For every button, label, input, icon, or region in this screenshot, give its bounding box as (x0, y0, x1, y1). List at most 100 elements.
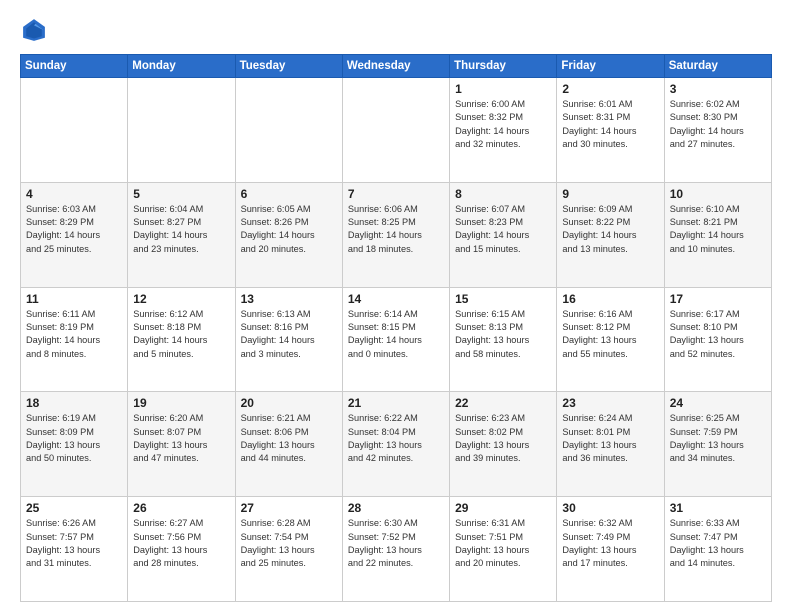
day-number: 9 (562, 187, 658, 201)
weekday-header-friday: Friday (557, 55, 664, 78)
day-number: 6 (241, 187, 337, 201)
calendar-cell (235, 78, 342, 183)
calendar-cell: 15 Sunrise: 6:15 AM Sunset: 8:13 PM Dayli… (450, 287, 557, 392)
day-info: Sunrise: 6:27 AM Sunset: 7:56 PM Dayligh… (133, 517, 229, 570)
calendar-week-2: 4Sunrise: 6:03 AM Sunset: 8:29 PM Daylig… (21, 182, 772, 287)
day-number: 19 (133, 396, 229, 410)
calendar-cell: 23 Sunrise: 6:24 AM Sunset: 8:01 PM Dayli… (557, 392, 664, 497)
day-info: Sunrise: 6:15 AM Sunset: 8:13 PM Dayligh… (455, 308, 551, 361)
day-number: 16 (562, 292, 658, 306)
day-number: 25 (26, 501, 122, 515)
calendar-cell: 30Sunrise: 6:32 AM Sunset: 7:49 PM Dayli… (557, 497, 664, 602)
calendar-cell (21, 78, 128, 183)
day-info: Sunrise: 6:24 AM Sunset: 8:01 PM Dayligh… (562, 412, 658, 465)
calendar-cell: 20 Sunrise: 6:21 AM Sunset: 8:06 PM Dayli… (235, 392, 342, 497)
day-number: 29 (455, 501, 551, 515)
day-info: Sunrise: 6:26 AM Sunset: 7:57 PM Dayligh… (26, 517, 122, 570)
day-number: 13 (241, 292, 337, 306)
day-number: 10 (670, 187, 766, 201)
day-number: 31 (670, 501, 766, 515)
calendar-cell: 19 Sunrise: 6:20 AM Sunset: 8:07 PM Dayli… (128, 392, 235, 497)
day-number: 18 (26, 396, 122, 410)
calendar-cell: 26 Sunrise: 6:27 AM Sunset: 7:56 PM Dayli… (128, 497, 235, 602)
day-number: 27 (241, 501, 337, 515)
day-number: 15 (455, 292, 551, 306)
calendar-cell: 25 Sunrise: 6:26 AM Sunset: 7:57 PM Dayli… (21, 497, 128, 602)
day-info: Sunrise: 6:33 AM Sunset: 7:47 PM Dayligh… (670, 517, 766, 570)
day-info: Sunrise: 6:02 AM Sunset: 8:30 PM Dayligh… (670, 98, 766, 151)
calendar-table: SundayMondayTuesdayWednesdayThursdayFrid… (20, 54, 772, 602)
calendar-cell: 16 Sunrise: 6:16 AM Sunset: 8:12 PM Dayli… (557, 287, 664, 392)
day-info: Sunrise: 6:06 AM Sunset: 8:25 PM Dayligh… (348, 203, 444, 256)
day-number: 4 (26, 187, 122, 201)
day-number: 5 (133, 187, 229, 201)
calendar-cell (128, 78, 235, 183)
day-number: 8 (455, 187, 551, 201)
day-info: Sunrise: 6:25 AM Sunset: 7:59 PM Dayligh… (670, 412, 766, 465)
day-info: Sunrise: 6:14 AM Sunset: 8:15 PM Dayligh… (348, 308, 444, 361)
calendar-cell: 21 Sunrise: 6:22 AM Sunset: 8:04 PM Dayli… (342, 392, 449, 497)
day-info: Sunrise: 6:23 AM Sunset: 8:02 PM Dayligh… (455, 412, 551, 465)
day-number: 23 (562, 396, 658, 410)
calendar-week-3: 11Sunrise: 6:11 AM Sunset: 8:19 PM Dayli… (21, 287, 772, 392)
day-number: 30 (562, 501, 658, 515)
logo (20, 16, 52, 44)
day-info: Sunrise: 6:20 AM Sunset: 8:07 PM Dayligh… (133, 412, 229, 465)
day-info: Sunrise: 6:07 AM Sunset: 8:23 PM Dayligh… (455, 203, 551, 256)
day-info: Sunrise: 6:22 AM Sunset: 8:04 PM Dayligh… (348, 412, 444, 465)
day-info: Sunrise: 6:10 AM Sunset: 8:21 PM Dayligh… (670, 203, 766, 256)
calendar-cell: 24Sunrise: 6:25 AM Sunset: 7:59 PM Dayli… (664, 392, 771, 497)
day-info: Sunrise: 6:21 AM Sunset: 8:06 PM Dayligh… (241, 412, 337, 465)
weekday-header-wednesday: Wednesday (342, 55, 449, 78)
day-info: Sunrise: 6:01 AM Sunset: 8:31 PM Dayligh… (562, 98, 658, 151)
weekday-header-monday: Monday (128, 55, 235, 78)
calendar-cell: 27 Sunrise: 6:28 AM Sunset: 7:54 PM Dayli… (235, 497, 342, 602)
calendar-cell: 10 Sunrise: 6:10 AM Sunset: 8:21 PM Dayli… (664, 182, 771, 287)
weekday-header-sunday: Sunday (21, 55, 128, 78)
calendar-cell: 8 Sunrise: 6:07 AM Sunset: 8:23 PM Daylig… (450, 182, 557, 287)
day-info: Sunrise: 6:09 AM Sunset: 8:22 PM Dayligh… (562, 203, 658, 256)
calendar-cell: 7 Sunrise: 6:06 AM Sunset: 8:25 PM Daylig… (342, 182, 449, 287)
calendar-cell: 2 Sunrise: 6:01 AM Sunset: 8:31 PM Daylig… (557, 78, 664, 183)
page: SundayMondayTuesdayWednesdayThursdayFrid… (0, 0, 792, 612)
calendar-week-5: 25 Sunrise: 6:26 AM Sunset: 7:57 PM Dayli… (21, 497, 772, 602)
day-info: Sunrise: 6:28 AM Sunset: 7:54 PM Dayligh… (241, 517, 337, 570)
day-info: Sunrise: 6:13 AM Sunset: 8:16 PM Dayligh… (241, 308, 337, 361)
calendar-cell: 3 Sunrise: 6:02 AM Sunset: 8:30 PM Daylig… (664, 78, 771, 183)
day-number: 26 (133, 501, 229, 515)
day-number: 21 (348, 396, 444, 410)
day-info: Sunrise: 6:19 AM Sunset: 8:09 PM Dayligh… (26, 412, 122, 465)
day-number: 14 (348, 292, 444, 306)
calendar-cell: 9 Sunrise: 6:09 AM Sunset: 8:22 PM Daylig… (557, 182, 664, 287)
calendar-cell: 22 Sunrise: 6:23 AM Sunset: 8:02 PM Dayli… (450, 392, 557, 497)
day-number: 3 (670, 82, 766, 96)
calendar-cell (342, 78, 449, 183)
day-number: 2 (562, 82, 658, 96)
day-info: Sunrise: 6:05 AM Sunset: 8:26 PM Dayligh… (241, 203, 337, 256)
calendar-cell: 1Sunrise: 6:00 AM Sunset: 8:32 PM Daylig… (450, 78, 557, 183)
calendar-cell: 4Sunrise: 6:03 AM Sunset: 8:29 PM Daylig… (21, 182, 128, 287)
calendar-cell: 5 Sunrise: 6:04 AM Sunset: 8:27 PM Daylig… (128, 182, 235, 287)
calendar-cell: 28Sunrise: 6:30 AM Sunset: 7:52 PM Dayli… (342, 497, 449, 602)
day-info: Sunrise: 6:11 AM Sunset: 8:19 PM Dayligh… (26, 308, 122, 361)
calendar-header: SundayMondayTuesdayWednesdayThursdayFrid… (21, 55, 772, 78)
calendar-week-4: 18 Sunrise: 6:19 AM Sunset: 8:09 PM Dayli… (21, 392, 772, 497)
day-number: 20 (241, 396, 337, 410)
header (20, 16, 772, 44)
calendar-cell: 31 Sunrise: 6:33 AM Sunset: 7:47 PM Dayli… (664, 497, 771, 602)
weekday-header-tuesday: Tuesday (235, 55, 342, 78)
day-info: Sunrise: 6:16 AM Sunset: 8:12 PM Dayligh… (562, 308, 658, 361)
day-info: Sunrise: 6:12 AM Sunset: 8:18 PM Dayligh… (133, 308, 229, 361)
calendar-cell: 6 Sunrise: 6:05 AM Sunset: 8:26 PM Daylig… (235, 182, 342, 287)
day-info: Sunrise: 6:04 AM Sunset: 8:27 PM Dayligh… (133, 203, 229, 256)
day-number: 22 (455, 396, 551, 410)
day-number: 28 (348, 501, 444, 515)
calendar-cell: 29Sunrise: 6:31 AM Sunset: 7:51 PM Dayli… (450, 497, 557, 602)
calendar-week-1: 1Sunrise: 6:00 AM Sunset: 8:32 PM Daylig… (21, 78, 772, 183)
calendar-cell: 14 Sunrise: 6:14 AM Sunset: 8:15 PM Dayli… (342, 287, 449, 392)
weekday-header-row: SundayMondayTuesdayWednesdayThursdayFrid… (21, 55, 772, 78)
day-number: 7 (348, 187, 444, 201)
calendar-body: 1Sunrise: 6:00 AM Sunset: 8:32 PM Daylig… (21, 78, 772, 602)
day-number: 1 (455, 82, 551, 96)
day-info: Sunrise: 6:17 AM Sunset: 8:10 PM Dayligh… (670, 308, 766, 361)
